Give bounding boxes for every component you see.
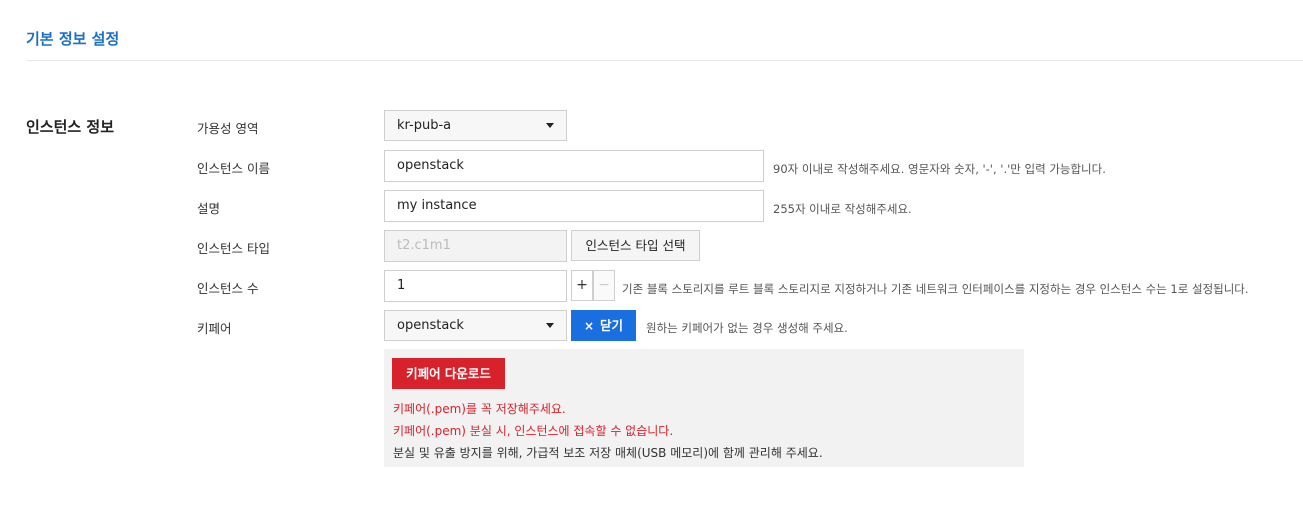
keypair-select[interactable]: openstack [384, 310, 567, 341]
instance-type-label: 인스턴스 타입 [197, 241, 270, 256]
availability-zone-select[interactable]: kr-pub-a [384, 110, 567, 141]
availability-zone-value: kr-pub-a [397, 118, 452, 133]
instance-name-label: 인스턴스 이름 [197, 161, 270, 176]
instance-count-input[interactable]: 1 [384, 270, 567, 302]
keypair-help: 원하는 키페어가 없는 경우 생성해 주세요. [646, 321, 848, 335]
close-button-label: 닫기 [600, 318, 624, 333]
keypair-value: openstack [397, 318, 464, 333]
instance-name-help: 90자 이내로 작성해주세요. 영문자와 숫자, '-', '.'만 입력 가능… [773, 162, 1106, 176]
select-instance-type-button[interactable]: 인스턴스 타입 선택 [571, 230, 700, 261]
instance-count-help: 기존 블록 스토리지를 루트 블록 스토리지로 지정하거나 기존 네트워크 인터… [622, 282, 1249, 296]
keypair-download-panel: 키페어 다운로드 키페어(.pem)를 꼭 저장해주세요. 키페어(.pem) … [384, 349, 1024, 467]
keypair-label: 키페어 [197, 321, 232, 336]
keypair-warning-save: 키페어(.pem)를 꼭 저장해주세요. [393, 402, 566, 416]
caret-down-icon [546, 123, 554, 128]
close-keypair-panel-button[interactable]: × 닫기 [571, 310, 636, 341]
instance-info-title: 인스턴스 정보 [26, 118, 115, 136]
description-label: 설명 [197, 201, 221, 216]
decrement-button[interactable]: − [593, 270, 615, 301]
keypair-warning-loss: 키페어(.pem) 분실 시, 인스턴스에 접속할 수 없습니다. [393, 424, 674, 438]
availability-zone-label: 가용성 영역 [197, 121, 259, 136]
close-icon: × [583, 319, 595, 333]
instance-count-label: 인스턴스 수 [197, 281, 259, 296]
keypair-download-button[interactable]: 키페어 다운로드 [392, 358, 505, 389]
increment-button[interactable]: + [571, 270, 593, 301]
keypair-storage-note: 분실 및 유출 방지를 위해, 가급적 보조 저장 매체(USB 메모리)에 함… [393, 446, 823, 460]
section-title: 기본 정보 설정 [26, 30, 120, 48]
description-help: 255자 이내로 작성해주세요. [773, 202, 912, 216]
section-divider [26, 60, 1303, 61]
caret-down-icon [546, 323, 554, 328]
instance-name-input[interactable]: openstack [384, 150, 764, 182]
description-input[interactable]: my instance [384, 190, 764, 222]
instance-type-input: t2.c1m1 [384, 230, 567, 262]
